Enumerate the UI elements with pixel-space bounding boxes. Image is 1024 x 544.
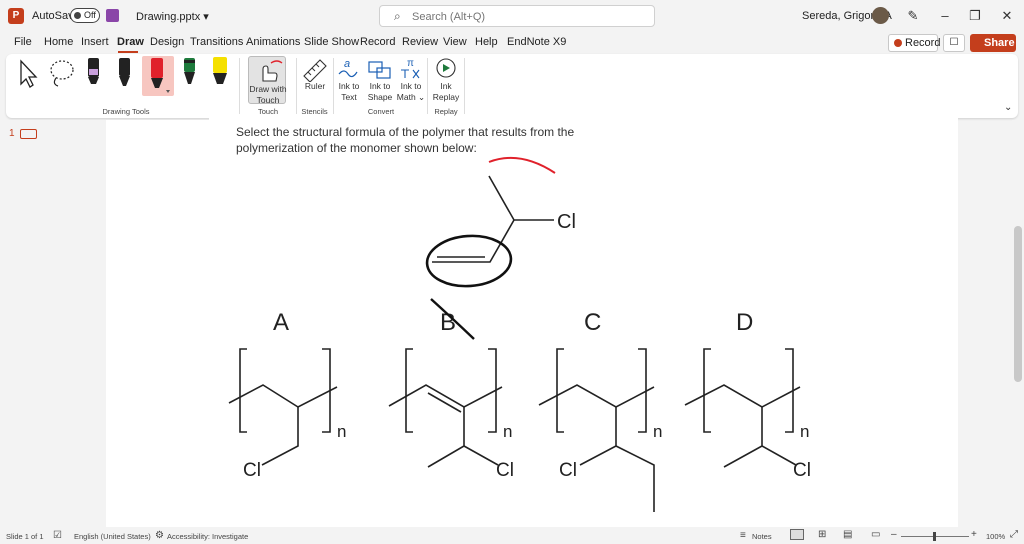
- option-c-structure: [538, 348, 655, 512]
- option-b-structure: [388, 348, 503, 468]
- slide-sorter-icon[interactable]: ⊞: [818, 529, 826, 540]
- option-d-letter: D: [736, 309, 753, 336]
- option-b-cl-label: Cl: [496, 460, 514, 481]
- option-a-letter: A: [273, 309, 289, 336]
- option-c-letter: C: [584, 309, 601, 336]
- reading-view-icon[interactable]: ▤: [843, 529, 852, 540]
- normal-view-icon[interactable]: [790, 529, 804, 540]
- monomer-cl-label: Cl: [557, 211, 576, 233]
- ink-circle-double-bond: [425, 234, 513, 288]
- option-a-structure: [228, 348, 338, 466]
- option-a-cl-label: Cl: [243, 460, 261, 481]
- spellcheck-icon[interactable]: ☑: [53, 530, 62, 541]
- option-d-subscript: n: [800, 422, 809, 441]
- option-b-subscript: n: [503, 422, 512, 441]
- language-status[interactable]: English (United States): [74, 532, 151, 541]
- zoom-level[interactable]: 100%: [986, 532, 1005, 541]
- notes-button[interactable]: Notes: [752, 532, 772, 541]
- scrollbar-thumb[interactable]: [1014, 226, 1022, 382]
- fit-slide-icon[interactable]: ⤢: [1010, 529, 1018, 540]
- accessibility-icon: ⚙: [155, 530, 164, 541]
- chemistry-structures: Cl A B C D n Cl n Cl n Cl n Cl: [228, 156, 811, 512]
- status-bar: Slide 1 of 1 ☑ English (United States) ⚙…: [0, 527, 1024, 544]
- red-ink-stroke: [488, 156, 556, 174]
- slide-info: Slide 1 of 1: [6, 532, 44, 541]
- option-c-cl-label: Cl: [559, 460, 577, 481]
- option-c-subscript: n: [653, 422, 662, 441]
- notes-icon: ≡: [740, 530, 746, 541]
- option-a-subscript: n: [337, 422, 346, 441]
- zoom-in-icon[interactable]: +: [971, 529, 977, 540]
- slideshow-icon[interactable]: ▭: [871, 529, 880, 540]
- option-d-cl-label: Cl: [793, 460, 811, 481]
- accessibility-status[interactable]: Accessibility: Investigate: [167, 532, 248, 541]
- zoom-out-icon[interactable]: –: [891, 529, 897, 540]
- option-d-structure: [684, 348, 801, 468]
- zoom-slider-thumb[interactable]: [933, 532, 936, 541]
- monomer-structure: [432, 175, 554, 263]
